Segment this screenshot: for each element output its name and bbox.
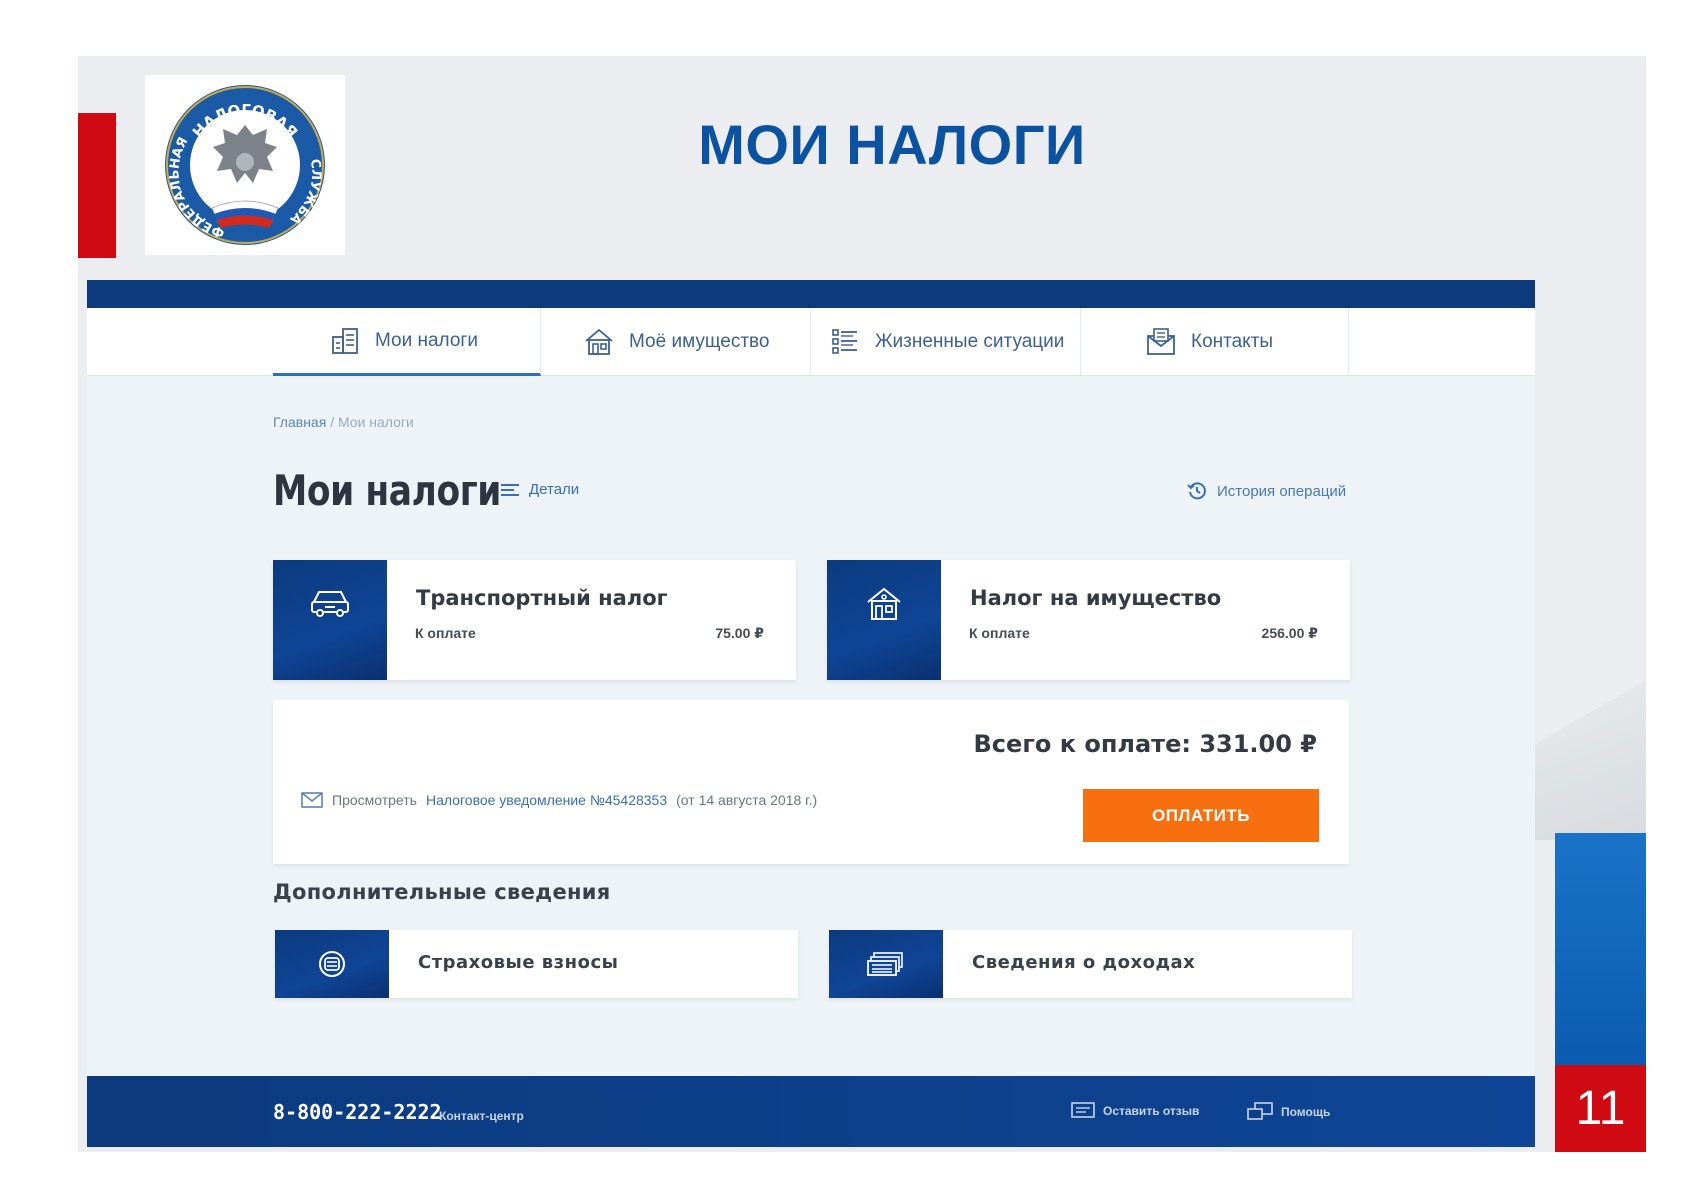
slide-page-number: 11 [1555,1065,1646,1152]
tax-card-property[interactable]: Налог на имущество К оплате 256.00 ₽ [827,560,1350,680]
help-link[interactable]: Помощь [1247,1102,1330,1122]
insurance-icon [319,951,345,977]
tax-card-amount: 75.00 ₽ [715,625,764,641]
details-label: Детали [529,481,580,498]
tax-notice: Просмотреть Налоговое уведомление №45428… [301,792,817,808]
tab-label: Моё имущество [629,331,770,352]
history-link[interactable]: История операций [1187,481,1346,501]
slide-title: МОИ НАЛОГИ [698,113,1086,176]
tax-card-due-label: К оплате [415,625,476,641]
total-panel: Всего к оплате: 331.00 ₽ Просмотреть Нал… [273,700,1349,864]
tax-document-icon [332,327,358,354]
breadcrumb-current: Мои налоги [337,414,414,430]
help-label: Помощь [1281,1105,1331,1119]
card-icon-block [273,560,387,680]
menu-lines-icon [501,483,519,496]
tax-card-title: Транспортный налог [416,586,668,610]
tab-label: Жизненные ситуации [875,331,1065,352]
car-icon [311,591,349,617]
nalog-lk-screen: Мои налоги Моё имущество Жизненные ситуа… [87,280,1535,1147]
tab-contacts[interactable]: Контакты [1081,308,1349,376]
breadcrumb: Главная / Мои налоги [273,414,414,430]
info-card-label: Сведения о доходах [972,952,1196,973]
feedback-link[interactable]: Оставить отзыв [1071,1102,1199,1120]
tax-card-due-label: К оплате [969,625,1030,641]
tax-card-amount: 256.00 ₽ [1261,625,1318,641]
app-top-bar [87,280,1535,308]
feedback-label: Оставить отзыв [1103,1104,1200,1118]
decorative-blue-bar [1555,833,1646,1065]
house-icon [585,328,613,355]
tax-notice-link[interactable]: Налоговое уведомление №45428353 [426,792,667,808]
history-label: История операций [1217,482,1347,500]
money-icon [867,952,903,976]
details-link[interactable]: Детали [500,481,579,498]
card-icon-block [275,930,389,998]
notice-date: (от 14 августа 2018 г.) [676,792,818,808]
tab-label: Мои налоги [375,329,478,351]
contact-center-label: Контакт-центр [439,1109,524,1123]
contact-phone[interactable]: 8-800-222-2222 [273,1100,442,1124]
total-amount: Всего к оплате: 331.00 ₽ [973,730,1317,758]
list-icon [832,329,857,354]
additional-section-title: Дополнительные сведения [273,880,611,904]
notice-prefix: Просмотреть [332,792,417,808]
breadcrumb-home-link[interactable]: Главная [273,414,326,430]
main-nav: Мои налоги Моё имущество Жизненные ситуа… [87,308,1535,376]
app-footer: 8-800-222-2222 Контакт-центр Оставить от… [87,1076,1535,1147]
info-card-insurance[interactable]: Страховые взносы [275,930,798,998]
card-icon-block [827,560,941,680]
comment-icon [1071,1102,1095,1118]
tax-card-transport[interactable]: Транспортный налог К оплате 75.00 ₽ [273,560,796,680]
tax-card-title: Налог на имущество [970,586,1222,610]
envelope-icon [1147,328,1175,355]
house-icon [867,587,901,620]
tab-life-situations[interactable]: Жизненные ситуации [811,308,1081,376]
mail-icon [301,792,323,808]
chat-icon [1247,1102,1273,1120]
breadcrumb-separator: / [330,414,335,430]
history-clock-icon [1187,482,1206,500]
info-card-income[interactable]: Сведения о доходах [829,930,1352,998]
tab-my-property[interactable]: Моё имущество [541,308,811,376]
page-title: Мои налоги [273,466,502,515]
tab-label: Контакты [1191,331,1274,352]
card-icon-block [829,930,943,998]
tab-my-taxes[interactable]: Мои налоги [273,308,541,376]
pay-button[interactable]: ОПЛАТИТЬ [1083,789,1319,842]
info-card-label: Страховые взносы [418,952,619,973]
